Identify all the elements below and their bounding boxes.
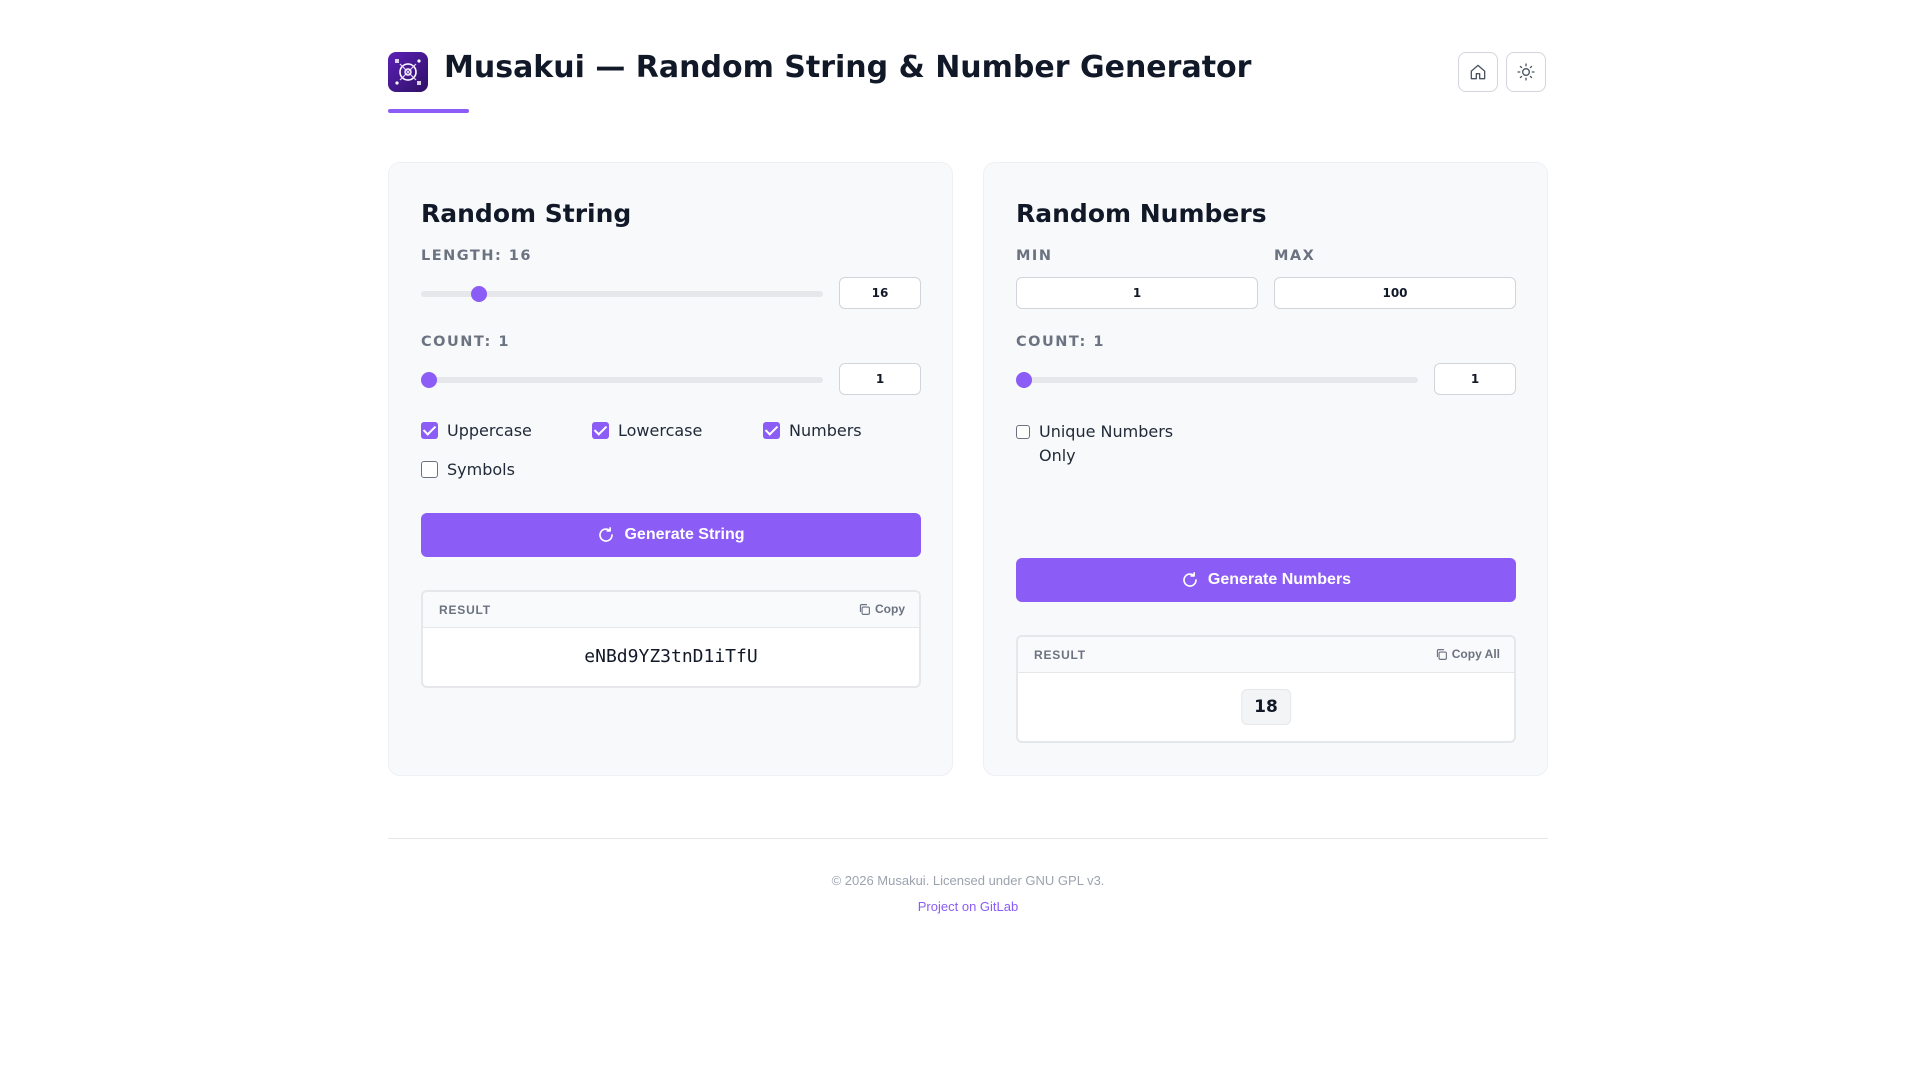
random-string-card: Random String LENGTH: 16 16 COUNT: 1 1 U… — [388, 162, 953, 776]
theme-toggle-button[interactable] — [1506, 52, 1546, 92]
copy-icon — [859, 603, 870, 615]
home-button[interactable] — [1458, 52, 1498, 92]
max-label: MAX — [1274, 248, 1316, 264]
footer-divider — [388, 838, 1548, 839]
length-input[interactable]: 16 — [839, 277, 921, 309]
copy-all-button[interactable]: Copy All — [1435, 647, 1500, 661]
unique-numbers-label-block: Unique Numbers Only — [1039, 420, 1173, 468]
number-count-label: COUNT: 1 — [1016, 334, 1105, 350]
numbers-result-panel: RESULT Copy All 18 — [1016, 635, 1516, 743]
symbols-label: Symbols — [447, 460, 515, 479]
generate-string-button[interactable]: Generate String — [421, 513, 921, 557]
number-count-slider-thumb[interactable] — [1016, 372, 1032, 388]
string-result-panel: RESULT Copy eNBd9YZ3tnD1iTfU — [421, 590, 921, 688]
option-lowercase[interactable]: Lowercase — [592, 421, 702, 440]
musakui-logo-icon — [388, 52, 428, 92]
string-result-header: RESULT Copy — [423, 592, 919, 628]
copy-button[interactable]: Copy — [858, 602, 905, 616]
max-input[interactable]: 100 — [1274, 277, 1516, 309]
option-symbols[interactable]: Symbols — [421, 460, 515, 479]
unique-numbers-label-line1: Unique Numbers — [1039, 422, 1174, 441]
unique-numbers-label-line2: Only — [1039, 446, 1076, 465]
header: Musakui — Random String & Number Generat… — [388, 0, 1548, 114]
numbers-card-title: Random Numbers — [1016, 199, 1267, 228]
lowercase-label: Lowercase — [618, 421, 703, 440]
option-unique-numbers[interactable]: Unique Numbers Only — [1016, 421, 1173, 468]
refresh-icon — [1183, 572, 1197, 587]
copy-all-label: Copy All — [1451, 647, 1500, 661]
length-slider-thumb[interactable] — [471, 286, 488, 302]
number-count-slider[interactable] — [1016, 372, 1418, 388]
generated-string: eNBd9YZ3tnD1iTfU — [584, 646, 758, 667]
string-count-label: COUNT: 1 — [421, 334, 510, 350]
numbers-result-label: RESULT — [1034, 648, 1086, 662]
length-label: LENGTH: 16 — [421, 248, 532, 264]
min-input[interactable]: 1 — [1016, 277, 1258, 309]
numbers-checkbox[interactable] — [763, 422, 780, 439]
option-numbers[interactable]: Numbers — [763, 421, 862, 440]
unique-numbers-checkbox[interactable] — [1016, 425, 1030, 439]
min-label: MIN — [1016, 248, 1053, 264]
footer-copyright: © 2026 Musakui. Licensed under GNU GPL v… — [831, 873, 1105, 888]
title-underline — [388, 109, 469, 113]
copy-icon — [1436, 648, 1447, 660]
generate-numbers-button[interactable]: Generate Numbers — [1016, 558, 1516, 602]
gitlab-project-link[interactable]: Project on GitLab — [388, 899, 1548, 914]
lowercase-checkbox[interactable] — [592, 422, 609, 439]
length-slider[interactable] — [421, 286, 823, 302]
home-icon — [1470, 64, 1486, 80]
page-container: Musakui — Random String & Number Generat… — [388, 0, 1548, 914]
generate-string-label: Generate String — [624, 526, 745, 543]
string-result-label: RESULT — [439, 603, 491, 617]
copy-label: Copy — [875, 602, 905, 616]
numbers-label: Numbers — [789, 421, 862, 440]
generate-numbers-label: Generate Numbers — [1207, 571, 1352, 588]
numbers-result-header: RESULT Copy All — [1018, 637, 1514, 673]
symbols-checkbox[interactable] — [421, 461, 438, 478]
string-count-input[interactable]: 1 — [839, 363, 921, 395]
string-card-title: Random String — [421, 199, 632, 228]
page-title: Musakui — Random String & Number Generat… — [444, 50, 1252, 85]
number-count-input[interactable]: 1 — [1434, 363, 1516, 395]
string-count-slider[interactable] — [421, 372, 823, 388]
string-count-slider-thumb[interactable] — [421, 372, 437, 388]
refresh-icon — [599, 527, 614, 542]
generated-number-chip: 18 — [1241, 689, 1291, 725]
uppercase-checkbox[interactable] — [421, 422, 438, 439]
random-numbers-card: Random Numbers MIN 1 MAX 100 COUNT: 1 1 … — [983, 162, 1548, 776]
uppercase-label: Uppercase — [447, 421, 532, 440]
option-uppercase[interactable]: Uppercase — [421, 421, 532, 440]
sun-icon — [1517, 63, 1535, 81]
